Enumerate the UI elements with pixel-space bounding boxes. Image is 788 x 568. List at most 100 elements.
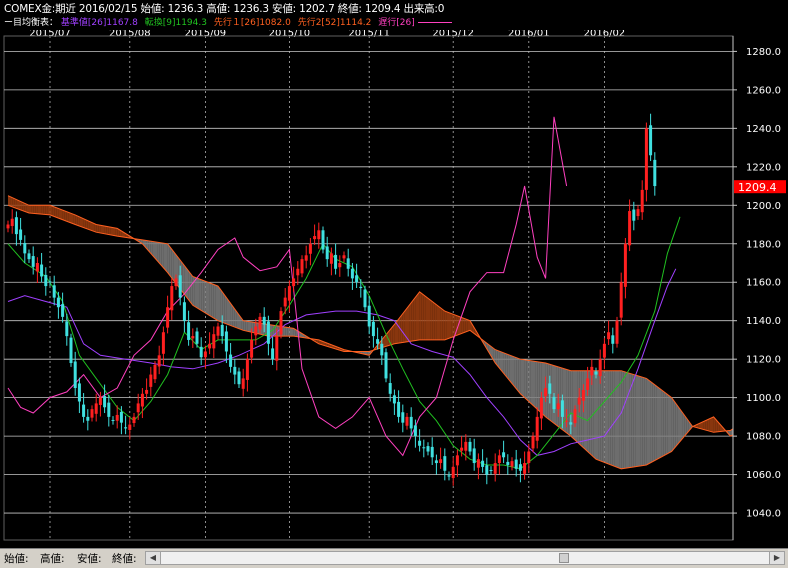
cloud-segment bbox=[533, 361, 535, 407]
footer-close-label: 終値: bbox=[112, 551, 137, 566]
candle-body bbox=[86, 417, 89, 421]
cloud-segment bbox=[657, 386, 659, 459]
candle-body bbox=[527, 452, 530, 464]
candle-body bbox=[334, 255, 337, 269]
candle-body bbox=[170, 286, 173, 310]
scroll-right-icon[interactable]: ▶ bbox=[769, 552, 784, 564]
cloud-segment bbox=[107, 226, 109, 234]
candle-body bbox=[28, 253, 31, 259]
cloud-segment bbox=[111, 227, 113, 235]
candle-body bbox=[292, 278, 295, 286]
cloud-segment bbox=[88, 221, 90, 230]
candle-body bbox=[49, 281, 52, 282]
candle-body bbox=[586, 378, 589, 390]
cloud-segment bbox=[703, 421, 705, 430]
candle-body bbox=[557, 403, 560, 409]
candle-body bbox=[217, 326, 220, 335]
scroll-left-icon[interactable]: ◀ bbox=[146, 552, 161, 564]
candle-body bbox=[506, 462, 509, 465]
cloud-segment bbox=[229, 301, 231, 326]
cloud-segment bbox=[516, 358, 518, 392]
cloud-segment bbox=[625, 372, 627, 468]
cloud-segment bbox=[613, 371, 615, 467]
cloud-segment bbox=[646, 378, 648, 465]
candle-body bbox=[133, 417, 136, 423]
candle-body bbox=[191, 336, 194, 338]
scroll-thumb[interactable] bbox=[559, 553, 569, 563]
cloud-segment bbox=[224, 295, 226, 324]
candle-body bbox=[196, 331, 199, 343]
legend-senko1: 先行１[26]1082.0 bbox=[214, 18, 291, 28]
cloud-segment bbox=[113, 228, 115, 236]
candle-body bbox=[372, 322, 375, 336]
candle-body bbox=[103, 396, 106, 407]
cloud-segment bbox=[512, 356, 514, 386]
cloud-segment bbox=[52, 206, 54, 216]
cloud-segment bbox=[667, 394, 669, 453]
candle-body bbox=[418, 441, 421, 446]
candle-body bbox=[313, 236, 316, 239]
cloud-segment bbox=[289, 328, 291, 336]
candle-body bbox=[32, 256, 35, 267]
cloud-segment bbox=[77, 216, 79, 226]
candle-body bbox=[540, 398, 543, 419]
horizontal-scrollbar[interactable]: ◀ ▶ bbox=[145, 551, 785, 565]
legend-tenkan: 転換[9]1194.3 bbox=[145, 18, 207, 28]
y-tick-label: 1220.0 bbox=[746, 162, 781, 173]
cloud-segment bbox=[65, 211, 67, 221]
cloud-segment bbox=[531, 361, 533, 406]
cloud-segment bbox=[653, 383, 655, 461]
cloud-segment bbox=[35, 205, 37, 213]
cloud-segment bbox=[466, 319, 468, 332]
cloud-segment bbox=[651, 382, 653, 463]
candle-body bbox=[200, 347, 203, 357]
candle-body bbox=[406, 417, 409, 426]
y-axis: 1280.01260.01240.01220.01200.01180.01160… bbox=[733, 36, 788, 540]
cloud-segment bbox=[464, 318, 466, 332]
cloud-segment bbox=[611, 371, 613, 466]
cloud-segment bbox=[58, 208, 60, 218]
candle-body bbox=[305, 255, 308, 260]
y-tick-label: 1140.0 bbox=[746, 316, 781, 327]
cloud-segment bbox=[676, 403, 678, 446]
candle-body bbox=[431, 447, 434, 457]
candle-body bbox=[78, 383, 81, 401]
candle-body bbox=[511, 461, 514, 466]
ichimoku-chart: 2015/072015/082015/092015/102015/112015/… bbox=[0, 0, 788, 548]
candle-body bbox=[448, 475, 451, 476]
cloud-segment bbox=[82, 218, 84, 228]
candle-body bbox=[250, 340, 253, 358]
cloud-segment bbox=[115, 228, 117, 236]
candle-body bbox=[280, 311, 283, 334]
cloud-segment bbox=[401, 314, 403, 343]
cloud-segment bbox=[54, 207, 56, 217]
footer-bar: 始値: 高値: 安値: 終値: ◀ ▶ bbox=[0, 548, 788, 568]
cloud-segment bbox=[514, 357, 516, 389]
candle-body bbox=[61, 304, 64, 317]
cloud-segment bbox=[420, 292, 422, 340]
indicator-legend: ー目均衡表： 基準値[26]1167.8 転換[9]1194.3 先行１[26]… bbox=[4, 15, 452, 28]
candle-body bbox=[271, 348, 274, 359]
candle-body bbox=[464, 442, 467, 451]
cloud-segment bbox=[170, 246, 172, 278]
candle-body bbox=[599, 359, 602, 376]
candle-body bbox=[19, 230, 22, 240]
candle-body bbox=[385, 352, 388, 378]
cloud-segment bbox=[649, 380, 651, 464]
cloud-segment bbox=[426, 297, 428, 340]
footer-open-label: 始値: bbox=[4, 551, 29, 566]
candle-body bbox=[288, 286, 291, 301]
cloud-segment bbox=[529, 360, 531, 403]
cloud-segment bbox=[8, 196, 10, 206]
cloud-segment bbox=[659, 388, 661, 458]
candle-body bbox=[607, 332, 610, 339]
cloud-segment bbox=[208, 282, 210, 316]
candle-body bbox=[569, 422, 572, 424]
cloud-segment bbox=[535, 361, 537, 409]
legend-prefix: ー目均衡表： bbox=[4, 18, 58, 28]
candle-body bbox=[502, 452, 505, 457]
cloud-segment bbox=[674, 401, 676, 449]
cloud-segment bbox=[449, 313, 451, 339]
cloud-segment bbox=[61, 209, 63, 219]
cloud-segment bbox=[197, 278, 199, 309]
